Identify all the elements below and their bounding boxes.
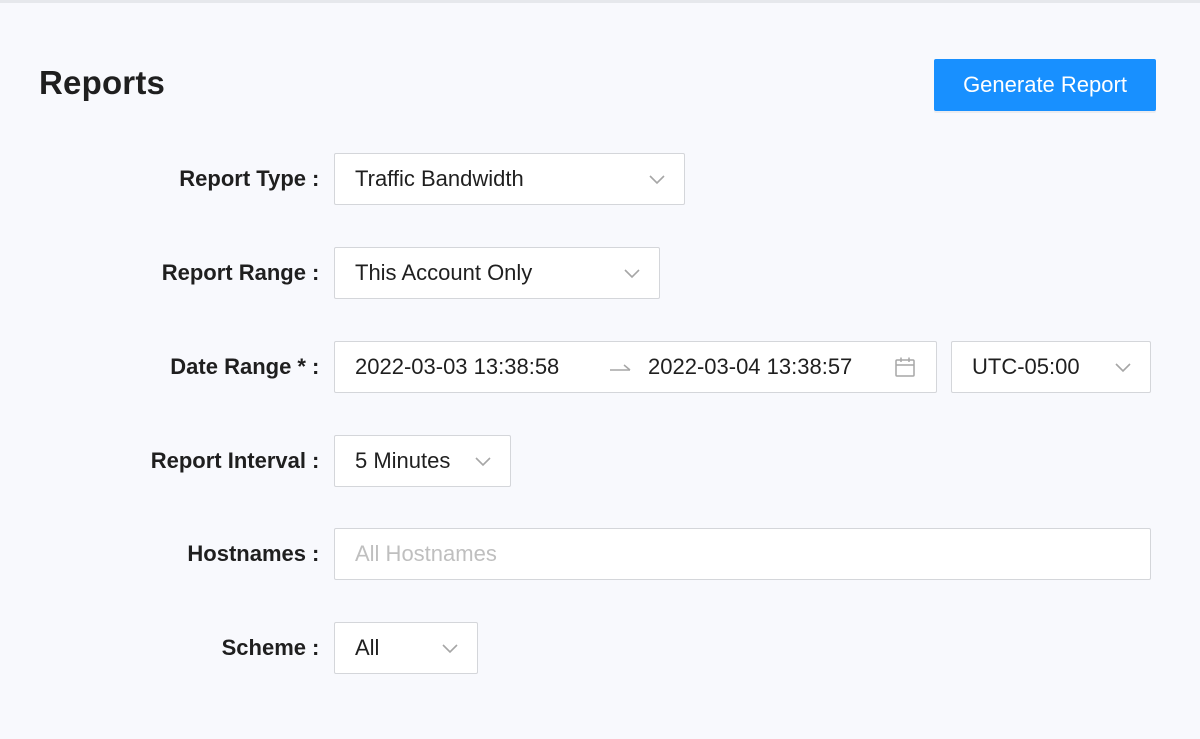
report-range-label: Report Range: bbox=[0, 247, 320, 299]
hostnames-label: Hostnames: bbox=[0, 528, 320, 580]
date-range-label: Date Range *: bbox=[0, 341, 320, 393]
report-type-label: Report Type: bbox=[0, 153, 320, 205]
report-interval-label-text: Report Interval bbox=[150, 448, 306, 473]
chevron-down-icon bbox=[475, 457, 491, 467]
date-range-label-text: Date Range * bbox=[170, 354, 306, 379]
date-range-end[interactable]: 2022-03-04 13:38:57 bbox=[648, 342, 852, 392]
hostnames-input[interactable] bbox=[334, 528, 1151, 580]
report-range-select[interactable]: This Account Only bbox=[334, 247, 660, 299]
calendar-icon bbox=[895, 357, 915, 377]
label-colon: : bbox=[312, 448, 320, 473]
chevron-down-icon bbox=[1115, 363, 1131, 373]
arrow-right-icon bbox=[610, 364, 631, 371]
date-range-picker[interactable]: 2022-03-03 13:38:58 2022-03-04 13:38:57 bbox=[334, 341, 937, 393]
scheme-label: Scheme: bbox=[0, 622, 320, 674]
date-range-start[interactable]: 2022-03-03 13:38:58 bbox=[355, 342, 559, 392]
timezone-select[interactable]: UTC-05:00 bbox=[951, 341, 1151, 393]
report-interval-value: 5 Minutes bbox=[355, 448, 451, 473]
scheme-label-text: Scheme bbox=[221, 635, 306, 660]
label-colon: : bbox=[312, 541, 320, 566]
report-type-label-text: Report Type bbox=[179, 166, 306, 191]
label-colon: : bbox=[312, 635, 320, 660]
report-type-value: Traffic Bandwidth bbox=[355, 166, 524, 191]
chevron-down-icon bbox=[649, 175, 665, 185]
label-colon: : bbox=[312, 260, 320, 285]
chevron-down-icon bbox=[624, 269, 640, 279]
scheme-value: All bbox=[355, 635, 380, 660]
generate-report-button[interactable]: Generate Report bbox=[934, 59, 1156, 111]
timezone-value: UTC-05:00 bbox=[972, 354, 1080, 379]
hostnames-label-text: Hostnames bbox=[187, 541, 306, 566]
report-range-value: This Account Only bbox=[355, 260, 533, 285]
chevron-down-icon bbox=[442, 644, 458, 654]
report-interval-label: Report Interval: bbox=[0, 435, 320, 487]
label-colon: : bbox=[312, 166, 320, 191]
report-type-select[interactable]: Traffic Bandwidth bbox=[334, 153, 685, 205]
report-range-label-text: Report Range bbox=[161, 260, 306, 285]
report-interval-select[interactable]: 5 Minutes bbox=[334, 435, 511, 487]
scheme-select[interactable]: All bbox=[334, 622, 478, 674]
page-title: Reports bbox=[39, 64, 166, 101]
label-colon: : bbox=[312, 354, 320, 379]
top-divider bbox=[0, 0, 1200, 3]
